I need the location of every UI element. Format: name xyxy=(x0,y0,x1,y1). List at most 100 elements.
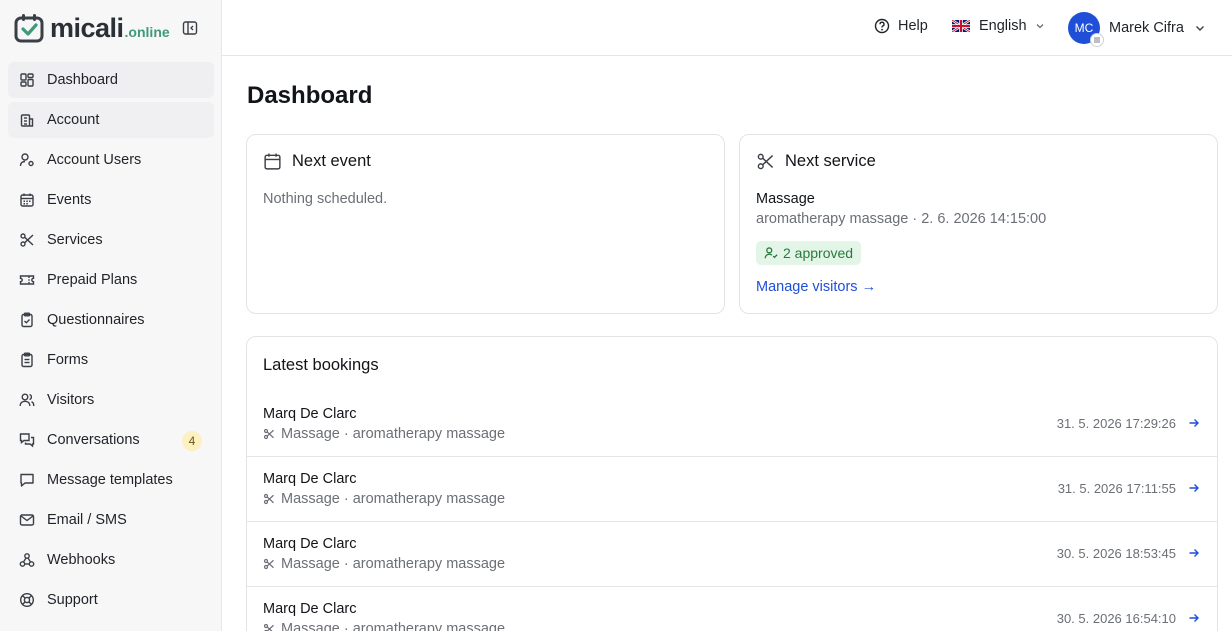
unread-count-badge: 4 xyxy=(182,431,202,451)
empty-state-text: Nothing scheduled. xyxy=(263,191,388,207)
logo-calendar-icon xyxy=(14,14,44,43)
booking-service-label: Massage · aromatherapy massage xyxy=(281,426,506,442)
sidebar-item-webhooks[interactable]: Webhooks xyxy=(8,542,214,578)
user-cog-icon xyxy=(19,152,35,168)
sidebar-item-label: Services xyxy=(47,232,103,248)
approved-badge: 2 approved xyxy=(756,241,862,265)
sidebar-item-visitors[interactable]: Visitors xyxy=(8,382,214,418)
card-title: Latest bookings xyxy=(263,356,379,374)
status-indicator-icon xyxy=(1090,33,1104,47)
sidebar-item-events[interactable]: Events xyxy=(8,182,214,218)
service-name: Massage xyxy=(756,191,815,207)
scissors-icon xyxy=(263,428,274,440)
sidebar-item-label: Account xyxy=(47,112,100,128)
uk-flag-icon xyxy=(952,20,970,32)
calendar-icon xyxy=(19,192,35,208)
avatar-initials: MC xyxy=(1074,21,1094,35)
booking-visitor-name: Marq De Clarc xyxy=(263,471,357,487)
sidebar-item-forms[interactable]: Forms xyxy=(8,342,214,378)
sidebar-toggle-icon xyxy=(182,21,198,35)
booking-service-label: Massage · aromatherapy massage xyxy=(281,556,506,572)
booking-service: Massage · aromatherapy massage xyxy=(263,621,505,631)
language-selector[interactable]: English xyxy=(952,18,1045,34)
chevron-down-icon xyxy=(1195,26,1204,31)
user-menu[interactable]: MC Marek Cifra xyxy=(1068,12,1206,47)
brand-tld: .online xyxy=(124,24,170,40)
brand-logo[interactable]: micali .online xyxy=(14,10,170,46)
sidebar-item-label: Webhooks xyxy=(47,552,116,568)
sidebar-item-conversations[interactable]: Conversations 4 xyxy=(8,422,214,458)
scissors-icon xyxy=(263,493,274,505)
sidebar-item-dashboard[interactable]: Dashboard xyxy=(8,62,214,98)
sidebar-item-email-sms[interactable]: Email / SMS xyxy=(8,502,214,538)
sidebar-item-label: Account Users xyxy=(47,152,142,168)
help-circle-icon xyxy=(874,18,890,34)
latest-bookings-card: Latest bookings Marq De Clarc Massage · … xyxy=(246,336,1218,631)
card-header: Next event xyxy=(263,152,371,171)
user-check-icon xyxy=(764,247,778,259)
booking-service: Massage · aromatherapy massage xyxy=(263,426,505,442)
scissors-icon xyxy=(19,232,35,248)
booking-visitor-name: Marq De Clarc xyxy=(263,536,357,552)
sidebar-nav: Dashboard Account Account Users Events S… xyxy=(8,62,214,622)
sidebar-item-services[interactable]: Services xyxy=(8,222,214,258)
sidebar: micali .online Dashboard Account Account … xyxy=(0,0,222,631)
arrow-right-icon[interactable] xyxy=(1188,547,1200,559)
messages-icon xyxy=(19,432,35,448)
sidebar-item-questionnaires[interactable]: Questionnaires xyxy=(8,302,214,338)
collapse-sidebar-button[interactable] xyxy=(180,18,200,38)
sidebar-item-label: Forms xyxy=(47,352,89,368)
arrow-right-icon[interactable] xyxy=(1188,417,1200,429)
booking-timestamp: 30. 5. 2026 18:53:45 xyxy=(1056,546,1176,561)
next-event-card: Next event Nothing scheduled. xyxy=(246,134,725,314)
arrow-right-icon[interactable] xyxy=(1188,612,1200,624)
booking-row[interactable]: Marq De Clarc Massage · aromatherapy mas… xyxy=(247,457,1217,522)
booking-row[interactable]: Marq De Clarc Massage · aromatherapy mas… xyxy=(247,522,1217,587)
booking-service-label: Massage · aromatherapy massage xyxy=(281,621,506,631)
sidebar-item-label: Questionnaires xyxy=(47,312,145,328)
sidebar-item-account-users[interactable]: Account Users xyxy=(8,142,214,178)
booking-timestamp: 31. 5. 2026 17:29:26 xyxy=(1056,416,1176,431)
user-name: Marek Cifra xyxy=(1109,20,1184,36)
approved-count: 2 approved xyxy=(783,245,854,261)
webhook-icon xyxy=(19,552,35,568)
ticket-icon xyxy=(19,272,35,288)
bookings-list: Marq De Clarc Massage · aromatherapy mas… xyxy=(247,392,1217,631)
service-details: aromatherapy massage · 2. 6. 2026 14:15:… xyxy=(756,211,1047,227)
language-label: English xyxy=(979,18,1027,34)
sidebar-item-label: Dashboard xyxy=(47,72,118,88)
chevron-down-icon xyxy=(1036,24,1044,29)
help-button[interactable]: Help xyxy=(874,18,928,34)
sidebar-item-label: Conversations xyxy=(47,432,140,448)
sidebar-item-label: Email / SMS xyxy=(47,512,127,528)
avatar: MC xyxy=(1068,12,1104,47)
mail-icon xyxy=(19,512,35,528)
sidebar-item-label: Visitors xyxy=(47,392,95,408)
card-title: Next event xyxy=(292,152,371,170)
sidebar-item-message-templates[interactable]: Message templates xyxy=(8,462,214,498)
card-header: Next service xyxy=(756,152,876,171)
scissors-icon xyxy=(263,623,274,631)
clipboard-list-icon xyxy=(19,352,35,368)
users-icon xyxy=(19,392,35,408)
manage-visitors-link[interactable]: Manage visitors → xyxy=(756,279,876,295)
sidebar-item-account[interactable]: Account xyxy=(8,102,214,138)
scissors-icon xyxy=(263,558,274,570)
arrow-right-icon[interactable] xyxy=(1188,482,1200,494)
sidebar-item-label: Prepaid Plans xyxy=(47,272,138,288)
booking-service: Massage · aromatherapy massage xyxy=(263,556,505,572)
booking-row[interactable]: Marq De Clarc Massage · aromatherapy mas… xyxy=(247,587,1217,631)
message-square-icon xyxy=(19,472,35,488)
page-title: Dashboard xyxy=(247,82,373,109)
sidebar-item-support[interactable]: Support xyxy=(8,582,214,618)
booking-row[interactable]: Marq De Clarc Massage · aromatherapy mas… xyxy=(247,392,1217,457)
booking-timestamp: 30. 5. 2026 16:54:10 xyxy=(1056,611,1176,626)
next-service-card: Next service Massage aromatherapy massag… xyxy=(739,134,1218,314)
lifebuoy-icon xyxy=(19,592,35,608)
booking-visitor-name: Marq De Clarc xyxy=(263,406,357,422)
clipboard-check-icon xyxy=(19,312,35,328)
brand-name: micali xyxy=(50,12,124,43)
dashboard-icon xyxy=(19,72,35,88)
help-label: Help xyxy=(898,18,928,34)
sidebar-item-prepaid-plans[interactable]: Prepaid Plans xyxy=(8,262,214,298)
